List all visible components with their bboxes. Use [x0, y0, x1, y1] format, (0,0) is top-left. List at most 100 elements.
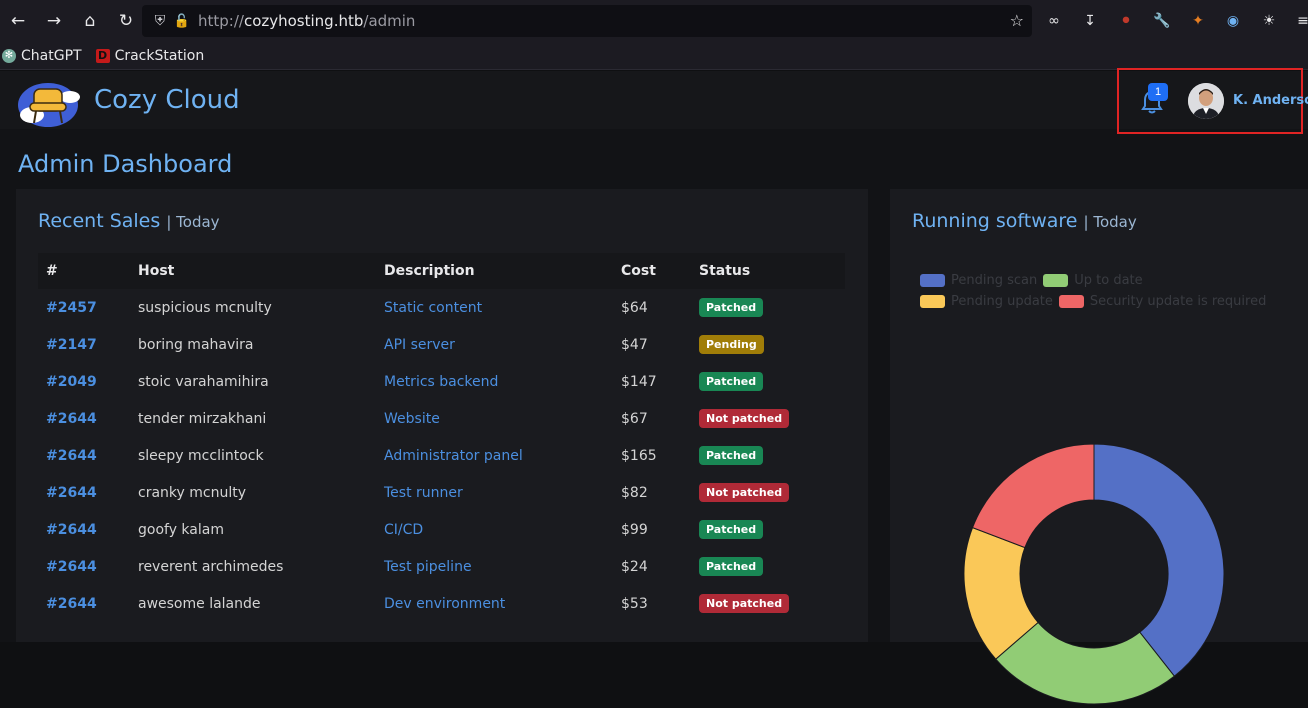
back-icon[interactable]: ←: [0, 0, 36, 42]
description-link[interactable]: Test pipeline: [376, 548, 613, 585]
donut-slice[interactable]: [1093, 444, 1224, 677]
sales-table: # Host Description Cost Status #2457 suspicio…: [38, 253, 845, 622]
description-link[interactable]: Dev environment: [376, 585, 613, 622]
crackstation-icon: D: [95, 48, 110, 63]
order-id-link[interactable]: #2644: [38, 548, 130, 585]
status-cell: Not patched: [691, 400, 845, 437]
bookmark-star-icon[interactable]: ☆: [1010, 11, 1024, 30]
table-row[interactable]: #2457 suspicious mcnulty Static content $64…: [38, 289, 845, 326]
order-id-link[interactable]: #2049: [38, 363, 130, 400]
description-link[interactable]: CI/CD: [376, 511, 613, 548]
status-badge: Not patched: [699, 483, 790, 502]
table-header-row: # Host Description Cost Status: [38, 253, 845, 289]
chart-legend: Pending scan Up to date Pending update Secu…: [920, 273, 1280, 315]
recent-sales-card: Recent Sales | Today # Host Description Cos…: [16, 189, 868, 642]
cookie-icon[interactable]: ☀: [1258, 10, 1280, 32]
address-bar[interactable]: ⛨ 🔓 http://cozyhosting.htb/admin ☆: [142, 5, 1032, 37]
column-header: #: [46, 263, 58, 279]
host-cell: cranky mcnulty: [138, 484, 246, 501]
brand-name[interactable]: Cozy Cloud: [94, 85, 240, 115]
description-link[interactable]: Metrics backend: [376, 363, 613, 400]
insecure-lock-icon[interactable]: 🔓: [172, 14, 192, 29]
software-donut-chart: [964, 444, 1224, 705]
recent-sales-title: Recent Sales | Today: [38, 210, 220, 232]
legend-item[interactable]: Pending update: [920, 294, 1053, 309]
legend-label: Security update is required: [1089, 294, 1267, 309]
reload-icon[interactable]: ↻: [108, 0, 144, 42]
download-icon[interactable]: ↧: [1079, 10, 1101, 32]
wappalyzer-icon[interactable]: ◉: [1222, 10, 1244, 32]
running-software-subtitle: | Today: [1083, 213, 1137, 231]
legend-label: Pending update: [951, 294, 1053, 309]
legend-item[interactable]: Up to date: [1043, 273, 1143, 288]
menu-icon[interactable]: ≡: [1292, 10, 1308, 32]
home-icon[interactable]: ⌂: [72, 0, 108, 42]
cost-cell: $147: [621, 373, 657, 390]
ublock-icon[interactable]: ⚫: [1115, 10, 1137, 32]
status-badge: Patched: [699, 520, 764, 539]
status-cell: Patched: [691, 511, 845, 548]
donut-slice[interactable]: [971, 444, 1095, 549]
legend-swatch: [1043, 274, 1069, 287]
status-cell: Patched: [691, 548, 845, 585]
order-id-link[interactable]: #2457: [38, 289, 130, 326]
legend-swatch: [920, 274, 945, 287]
description-link[interactable]: Static content: [376, 289, 613, 326]
order-id-link[interactable]: #2644: [38, 511, 130, 548]
forward-icon[interactable]: →: [36, 0, 72, 42]
legend-swatch: [920, 295, 945, 308]
status-cell: Patched: [691, 363, 845, 400]
cost-cell: $165: [621, 447, 657, 464]
bookmark-chatgpt[interactable]: ✻ ChatGPT: [2, 48, 82, 64]
bookmarks-bar: ✻ ChatGPT D CrackStation: [0, 42, 1308, 70]
status-cell: Not patched: [691, 474, 845, 511]
order-id-link[interactable]: #2644: [38, 585, 130, 622]
column-header: Status: [699, 263, 751, 279]
status-cell: Not patched: [691, 585, 845, 622]
host-cell: goofy kalam: [138, 521, 224, 538]
legend-label: Up to date: [1074, 273, 1143, 288]
description-link[interactable]: Website: [376, 400, 613, 437]
table-row[interactable]: #2644 reverent archimedes Test pipeline $24…: [38, 548, 845, 585]
table-row[interactable]: #2644 sleepy mcclintock Administrator pane…: [38, 437, 845, 474]
description-link[interactable]: API server: [376, 326, 613, 363]
browser-toolbar: ← → ⌂ ↻ ⛨ 🔓 http://cozyhosting.htb/admin…: [0, 0, 1308, 42]
description-link[interactable]: Administrator panel: [376, 437, 613, 474]
table-row[interactable]: #2644 tender mirzakhani Website $67 Not patc…: [38, 400, 845, 437]
table-row[interactable]: #2049 stoic varahamihira Metrics backend $1…: [38, 363, 845, 400]
order-id-link[interactable]: #2644: [38, 400, 130, 437]
cost-cell: $53: [621, 595, 648, 612]
table-row[interactable]: #2644 cranky mcnulty Test runner $82 Not pat…: [38, 474, 845, 511]
table-row[interactable]: #2147 boring mahavira API server $47 Pending: [38, 326, 845, 363]
running-software-card: Running software | Today Pending scan Up …: [890, 189, 1308, 705]
host-cell: stoic varahamihira: [138, 373, 269, 390]
cost-cell: $67: [621, 410, 648, 427]
order-id-link[interactable]: #2644: [38, 474, 130, 511]
notification-badge[interactable]: 1: [1148, 83, 1168, 101]
description-link[interactable]: Test runner: [376, 474, 613, 511]
legend-item[interactable]: Pending scan: [920, 273, 1037, 288]
cozy-cloud-logo[interactable]: [12, 75, 86, 129]
page-content: Cozy Cloud 1 K. Anderson Admin Dashboard…: [0, 68, 1308, 705]
order-id-link[interactable]: #2644: [38, 437, 130, 474]
status-badge: Not patched: [699, 594, 790, 613]
host-cell: boring mahavira: [138, 336, 254, 353]
table-row[interactable]: #2644 goofy kalam CI/CD $99 Patched: [38, 511, 845, 548]
status-cell: Pending: [691, 326, 845, 363]
shield-icon[interactable]: ⛨: [148, 13, 172, 29]
user-name[interactable]: K. Anderson: [1233, 93, 1308, 108]
url-text[interactable]: http://cozyhosting.htb/admin: [198, 12, 415, 30]
legend-item[interactable]: Security update is required: [1058, 294, 1267, 309]
column-header: Cost: [621, 263, 656, 279]
chatgpt-icon: ✻: [2, 48, 16, 63]
mask-icon[interactable]: ∞: [1043, 10, 1065, 32]
status-badge: Patched: [699, 557, 764, 576]
bookmark-crackstation[interactable]: D CrackStation: [95, 48, 204, 64]
avatar[interactable]: [1188, 83, 1224, 119]
cost-cell: $64: [621, 299, 648, 316]
wrench-icon[interactable]: 🔧: [1151, 10, 1173, 32]
foxyproxy-icon[interactable]: ✦: [1187, 10, 1209, 32]
cost-cell: $99: [621, 521, 648, 538]
order-id-link[interactable]: #2147: [38, 326, 130, 363]
table-row[interactable]: #2644 awesome lalande Dev environment $53 No…: [38, 585, 845, 622]
